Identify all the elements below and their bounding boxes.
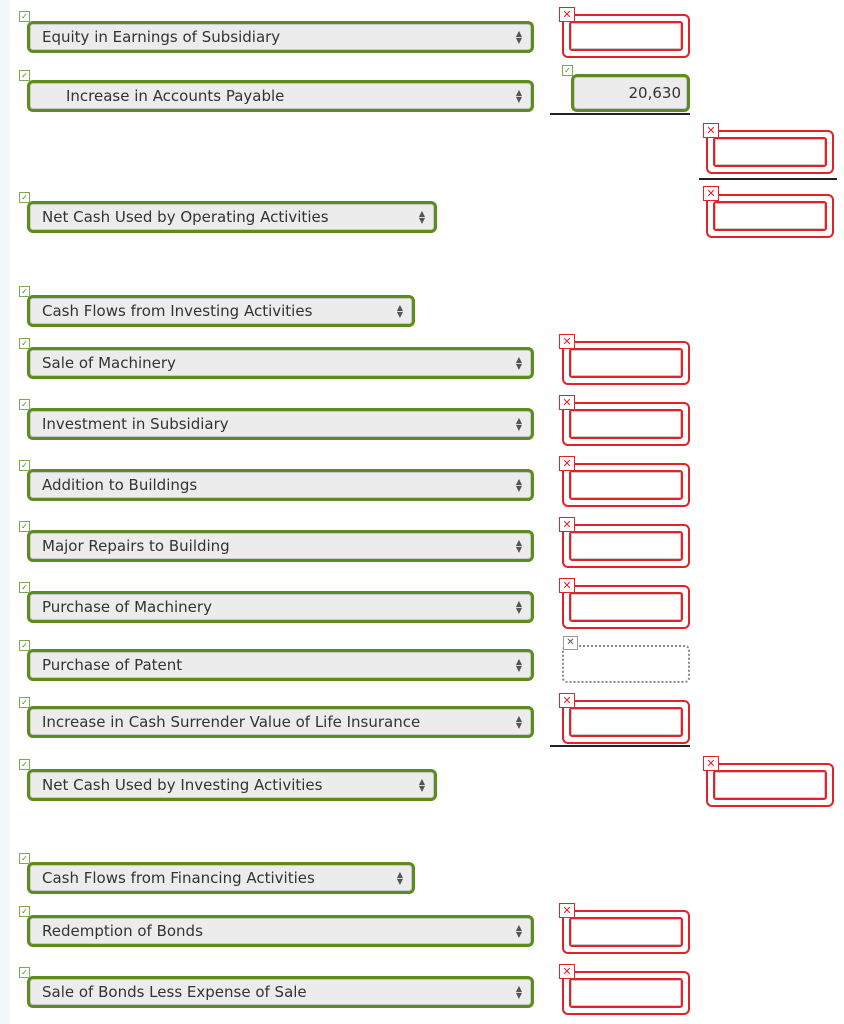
amount-input-accounts-payable[interactable]: 20,630: [571, 74, 690, 112]
check-icon: ✓: [562, 65, 573, 76]
amount-input-equity-earnings[interactable]: [562, 14, 690, 58]
check-icon: ✓: [19, 853, 30, 864]
select-label: Sale of Bonds Less Expense of Sale: [42, 983, 307, 1001]
check-icon: ✓: [19, 338, 30, 349]
select-arrows-icon: ▲ ▼: [515, 714, 522, 730]
select-arrows-icon: ▲ ▼: [418, 209, 425, 225]
line-item-select-investment-subsidiary[interactable]: Investment in Subsidiary ▲ ▼: [27, 408, 534, 440]
line-item-select-sale-machinery[interactable]: Sale of Machinery ▲ ▼: [27, 347, 534, 379]
check-icon: ✓: [19, 521, 30, 532]
select-label: Cash Flows from Investing Activities: [42, 302, 313, 320]
select-label: Net Cash Used by Operating Activities: [42, 208, 329, 226]
amount-input-purchase-patent[interactable]: [562, 645, 690, 683]
section-select-financing[interactable]: Cash Flows from Financing Activities ▲ ▼: [27, 862, 415, 894]
incorrect-x-icon: ✕: [559, 7, 575, 22]
incorrect-x-icon: ✕: [559, 334, 575, 349]
subtotal-underline: [550, 113, 690, 115]
line-item-select-net-cash-investing[interactable]: Net Cash Used by Investing Activities ▲ ▼: [27, 769, 437, 801]
select-label: Purchase of Patent: [42, 656, 183, 674]
check-icon: ✓: [19, 286, 30, 297]
select-arrows-icon: ▲ ▼: [418, 777, 425, 793]
line-item-select-addition-buildings[interactable]: Addition to Buildings ▲ ▼: [27, 469, 534, 501]
select-arrows-icon: ▲ ▼: [515, 355, 522, 371]
select-arrows-icon: ▲ ▼: [396, 303, 403, 319]
select-label: Redemption of Bonds: [42, 922, 203, 940]
select-arrows-icon: ▲ ▼: [515, 416, 522, 432]
check-icon: ✓: [19, 582, 30, 593]
amount-input-net-cash-operating[interactable]: [706, 194, 834, 238]
amount-input-operating-subtotal[interactable]: [706, 130, 834, 174]
amount-input-net-cash-investing[interactable]: [706, 763, 834, 807]
amount-input-cash-surrender-value[interactable]: [562, 700, 690, 744]
check-icon: ✓: [19, 70, 30, 81]
select-arrows-icon: ▲ ▼: [515, 923, 522, 939]
subtotal-underline: [699, 178, 837, 180]
amount-input-redemption-bonds[interactable]: [562, 910, 690, 954]
select-arrows-icon: ▲ ▼: [515, 538, 522, 554]
check-icon: ✓: [19, 460, 30, 471]
line-item-select-net-cash-operating[interactable]: Net Cash Used by Operating Activities ▲ ▼: [27, 201, 437, 233]
select-arrows-icon: ▲ ▼: [515, 477, 522, 493]
select-label: Sale of Machinery: [42, 354, 176, 372]
select-label: Purchase of Machinery: [42, 598, 212, 616]
select-label: Addition to Buildings: [42, 476, 198, 494]
incorrect-x-icon: ✕: [559, 964, 575, 979]
select-label: Increase in Cash Surrender Value of Life…: [42, 713, 421, 731]
line-item-select-cash-surrender-value[interactable]: Increase in Cash Surrender Value of Life…: [27, 706, 534, 738]
incorrect-x-icon: ✕: [559, 693, 575, 708]
select-label: Increase in Accounts Payable: [66, 87, 285, 105]
select-label: Major Repairs to Building: [42, 537, 230, 555]
line-item-select-accounts-payable[interactable]: Increase in Accounts Payable ▲ ▼: [27, 80, 534, 112]
check-icon: ✓: [19, 640, 30, 651]
check-icon: ✓: [19, 697, 30, 708]
select-label: Net Cash Used by Investing Activities: [42, 776, 323, 794]
line-item-select-purchase-patent[interactable]: Purchase of Patent ▲ ▼: [27, 649, 534, 681]
check-icon: ✓: [19, 906, 30, 917]
select-label: Investment in Subsidiary: [42, 415, 229, 433]
unanswered-x-icon: ✕: [563, 636, 578, 650]
check-icon: ✓: [19, 967, 30, 978]
incorrect-x-icon: ✕: [559, 903, 575, 918]
check-icon: ✓: [19, 399, 30, 410]
select-arrows-icon: ▲ ▼: [515, 88, 522, 104]
left-margin-strip: [0, 0, 10, 1024]
check-icon: ✓: [19, 11, 30, 22]
select-arrows-icon: ▲ ▼: [396, 870, 403, 886]
amount-input-sale-machinery[interactable]: [562, 341, 690, 385]
select-arrows-icon: ▲ ▼: [515, 657, 522, 673]
select-label: Equity in Earnings of Subsidiary: [42, 28, 281, 46]
line-item-select-equity-earnings[interactable]: Equity in Earnings of Subsidiary ▲ ▼: [27, 21, 534, 53]
amount-input-investment-subsidiary[interactable]: [562, 402, 690, 446]
line-item-select-sale-bonds[interactable]: Sale of Bonds Less Expense of Sale ▲ ▼: [27, 976, 534, 1008]
line-item-select-major-repairs[interactable]: Major Repairs to Building ▲ ▼: [27, 530, 534, 562]
incorrect-x-icon: ✕: [703, 186, 719, 201]
select-arrows-icon: ▲ ▼: [515, 984, 522, 1000]
incorrect-x-icon: ✕: [559, 456, 575, 471]
incorrect-x-icon: ✕: [559, 395, 575, 410]
amount-input-major-repairs[interactable]: [562, 524, 690, 568]
subtotal-underline: [550, 745, 690, 747]
check-icon: ✓: [19, 192, 30, 203]
line-item-select-redemption-bonds[interactable]: Redemption of Bonds ▲ ▼: [27, 915, 534, 947]
select-arrows-icon: ▲ ▼: [515, 599, 522, 615]
incorrect-x-icon: ✕: [703, 123, 719, 138]
select-arrows-icon: ▲ ▼: [515, 29, 522, 45]
amount-input-purchase-machinery[interactable]: [562, 585, 690, 629]
incorrect-x-icon: ✕: [559, 578, 575, 593]
incorrect-x-icon: ✕: [559, 517, 575, 532]
select-label: Cash Flows from Financing Activities: [42, 869, 315, 887]
amount-input-sale-bonds[interactable]: [562, 971, 690, 1015]
check-icon: ✓: [19, 759, 30, 770]
amount-input-addition-buildings[interactable]: [562, 463, 690, 507]
section-select-investing[interactable]: Cash Flows from Investing Activities ▲ ▼: [27, 295, 415, 327]
line-item-select-purchase-machinery[interactable]: Purchase of Machinery ▲ ▼: [27, 591, 534, 623]
incorrect-x-icon: ✕: [703, 756, 719, 771]
